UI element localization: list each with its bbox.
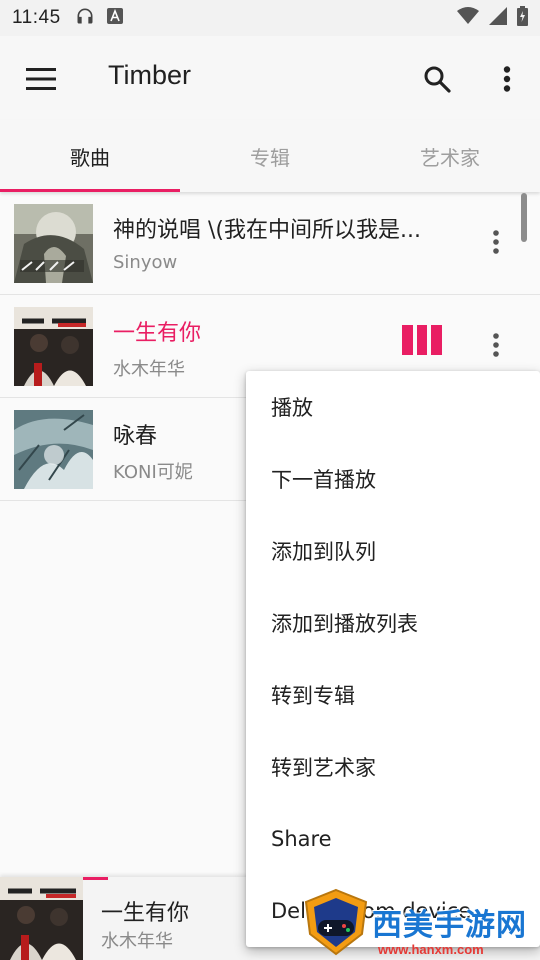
gamepad-shield-logo bbox=[304, 888, 368, 956]
tab-albums[interactable]: 专辑 bbox=[180, 120, 360, 192]
status-time: 11:45 bbox=[12, 7, 61, 28]
menu-item-play-next[interactable]: 下一首播放 bbox=[246, 443, 540, 515]
song-artist: 水木年华 bbox=[113, 359, 185, 380]
menu-button[interactable] bbox=[18, 56, 64, 102]
song-context-menu: 播放 下一首播放 添加到队列 添加到播放列表 转到专辑 转到艺术家 Share … bbox=[246, 371, 540, 947]
menu-item-play[interactable]: 播放 bbox=[246, 371, 540, 443]
app-bar: Timber bbox=[0, 36, 540, 120]
tab-songs[interactable]: 歌曲 bbox=[0, 120, 180, 192]
menu-item-go-to-album[interactable]: 转到专辑 bbox=[246, 659, 540, 731]
menu-item-add-to-playlist[interactable]: 添加到播放列表 bbox=[246, 587, 540, 659]
signal-icon bbox=[489, 7, 507, 29]
menu-item-add-to-queue[interactable]: 添加到队列 bbox=[246, 515, 540, 587]
song-title: 神的说唱 \(我在中间所以我是... bbox=[113, 218, 421, 243]
song-artist: KONI可妮 bbox=[113, 462, 193, 483]
screen: 11:45 Timber 歌曲 专辑 艺术家 神的说唱 \(我在中间所以我是..… bbox=[0, 0, 540, 960]
search-icon bbox=[424, 66, 451, 93]
more-vert-icon bbox=[493, 230, 499, 254]
song-row[interactable]: 神的说唱 \(我在中间所以我是... Sinyow bbox=[0, 192, 540, 295]
album-art bbox=[14, 307, 93, 386]
more-vert-icon bbox=[493, 333, 499, 357]
watermark: 西美手游网 www.hanxm.com bbox=[300, 888, 540, 960]
song-more-button[interactable] bbox=[478, 325, 514, 365]
album-art bbox=[14, 204, 93, 283]
headphones-icon bbox=[75, 6, 95, 30]
now-playing-album-art bbox=[0, 877, 83, 960]
now-playing-artist: 水木年华 bbox=[101, 931, 173, 952]
song-more-button[interactable] bbox=[478, 222, 514, 262]
menu-item-share[interactable]: Share bbox=[246, 803, 540, 875]
search-button[interactable] bbox=[414, 56, 460, 102]
watermark-url: www.hanxm.com bbox=[378, 942, 484, 957]
tab-artists[interactable]: 艺术家 bbox=[360, 120, 540, 192]
battery-icon bbox=[517, 6, 528, 30]
status-bar: 11:45 bbox=[0, 0, 540, 36]
tab-bar: 歌曲 专辑 艺术家 bbox=[0, 120, 540, 192]
scrollbar[interactable] bbox=[521, 193, 527, 242]
now-playing-title: 一生有你 bbox=[101, 901, 190, 926]
watermark-text: 西美手游网 bbox=[372, 908, 527, 943]
overflow-menu-button[interactable] bbox=[484, 56, 530, 102]
keyboard-a-icon bbox=[106, 8, 123, 28]
app-title: Timber bbox=[108, 60, 192, 90]
more-vert-icon bbox=[503, 66, 511, 92]
menu-item-go-to-artist[interactable]: 转到艺术家 bbox=[246, 731, 540, 803]
menu-icon bbox=[26, 68, 56, 90]
song-artist: Sinyow bbox=[113, 252, 178, 273]
album-art bbox=[14, 410, 93, 489]
equalizer-icon bbox=[402, 325, 443, 355]
wifi-icon bbox=[457, 7, 479, 29]
